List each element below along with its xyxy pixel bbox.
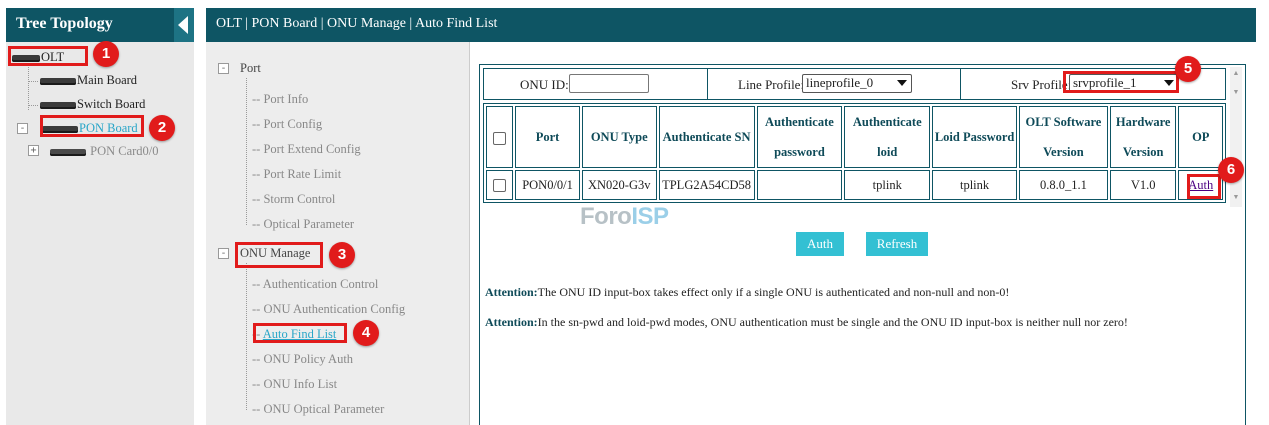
- annotation-badge-5: 5: [1175, 56, 1201, 82]
- highlight-onu-manage: [235, 242, 323, 268]
- onu-id-label: ONU ID:: [520, 77, 569, 92]
- watermark-logo: ForoISP: [580, 203, 669, 230]
- chevron-down-icon: [897, 80, 907, 86]
- highlight-pon-board: [40, 115, 144, 137]
- device-icon: [40, 77, 76, 85]
- column-header: Hardware Version: [1109, 106, 1177, 168]
- scroll-down-icon[interactable]: ▼: [1231, 192, 1241, 202]
- annotation-badge-3: 3: [329, 242, 355, 268]
- auto-find-content: ▲ ▼ ▼ ONU ID: Line Profile: lineprofile_…: [479, 64, 1246, 425]
- annotation-badge-6: 6: [1218, 157, 1244, 183]
- column-header: OP: [1178, 106, 1223, 168]
- cell-sn: TPLG2A54CD58: [658, 170, 755, 200]
- highlight-auto-find-list: [253, 323, 347, 343]
- auth-button[interactable]: Auth: [796, 232, 844, 256]
- auto-find-table: Port ONU Type Authenticate SN Authentica…: [483, 103, 1226, 203]
- tree-item-label: Switch Board: [77, 97, 146, 111]
- menu-item-onu-info-list[interactable]: -- ONU Info List: [252, 377, 337, 392]
- attention-note-1: Attention:The ONU ID input-box takes eff…: [485, 285, 1010, 299]
- column-header: Authenticate SN: [658, 106, 755, 168]
- menu-item-port-info[interactable]: -- Port Info: [252, 92, 308, 107]
- collapse-toggle-icon[interactable]: -: [218, 63, 229, 74]
- function-menu-panel: - Port -- Port Info -- Port Config -- Po…: [206, 42, 470, 425]
- scroll-up-icon[interactable]: ▲: [1231, 68, 1241, 78]
- collapse-left-icon[interactable]: [174, 8, 194, 42]
- column-header: ONU Type: [581, 106, 657, 168]
- collapse-toggle-icon[interactable]: -: [218, 248, 229, 259]
- collapse-toggle-icon[interactable]: -: [17, 123, 28, 134]
- menu-item-port-extend-config[interactable]: -- Port Extend Config: [252, 142, 361, 157]
- menu-group-port[interactable]: Port: [240, 61, 261, 76]
- highlight-auth-link: [1187, 174, 1221, 199]
- menu-item-authentication-control[interactable]: -- Authentication Control: [252, 277, 378, 292]
- line-profile-select[interactable]: lineprofile_0: [802, 74, 912, 93]
- tree-item-switch-board[interactable]: Switch Board: [40, 97, 145, 112]
- tree-item-label: PON Card0/0: [90, 144, 159, 158]
- menu-item-onu-optical-parameter[interactable]: -- ONU Optical Parameter: [252, 402, 384, 417]
- highlight-srv-profile: [1063, 71, 1179, 93]
- device-icon: [40, 101, 76, 109]
- menu-item-onu-policy-auth[interactable]: -- ONU Policy Auth: [252, 352, 353, 367]
- row-checkbox[interactable]: [493, 179, 507, 193]
- menu-item-port-config[interactable]: -- Port Config: [252, 117, 322, 132]
- tree-item-label: Main Board: [77, 73, 138, 87]
- select-all-checkbox[interactable]: [493, 131, 507, 145]
- cell-password: [756, 170, 843, 200]
- table-header-row: Port ONU Type Authenticate SN Authentica…: [486, 106, 1223, 168]
- cell-port: PON0/0/1: [515, 170, 580, 200]
- annotation-badge-2: 2: [149, 115, 175, 141]
- tree-topology-panel: Tree Topology OLT Main Board Switch Boar…: [6, 8, 194, 425]
- line-profile-label: Line Profile:: [738, 77, 805, 92]
- scroll-down-icon[interactable]: ▼: [1231, 87, 1241, 97]
- tree-item-main-board[interactable]: Main Board: [40, 73, 137, 88]
- column-header: Authenticate password: [756, 106, 843, 168]
- column-header: Port: [515, 106, 580, 168]
- column-header: Authenticate loid: [844, 106, 931, 168]
- highlight-olt: [8, 46, 88, 66]
- column-header: OLT Software Version: [1018, 106, 1108, 168]
- expand-toggle-icon[interactable]: +: [28, 145, 39, 156]
- annotation-badge-1: 1: [93, 41, 119, 67]
- annotation-badge-4: 4: [353, 320, 379, 346]
- main-header: OLT | PON Board | ONU Manage | Auto Find…: [206, 8, 1256, 42]
- onu-id-input[interactable]: [569, 74, 649, 93]
- breadcrumb: OLT | PON Board | ONU Manage | Auto Find…: [216, 16, 498, 31]
- table-row: PON0/0/1 XN020-G3v TPLG2A54CD58 tplink t…: [486, 170, 1223, 200]
- menu-item-onu-authentication-config[interactable]: -- ONU Authentication Config: [252, 302, 405, 317]
- menu-item-port-rate-limit[interactable]: -- Port Rate Limit: [252, 167, 341, 182]
- column-header: Loid Password: [932, 106, 1017, 168]
- attention-note-2: Attention:In the sn-pwd and loid-pwd mod…: [485, 315, 1128, 329]
- cell-onu-type: XN020-G3v: [581, 170, 657, 200]
- menu-item-storm-control[interactable]: -- Storm Control: [252, 192, 335, 207]
- cell-loid-password: tplink: [932, 170, 1017, 200]
- row-select-cell: [486, 170, 514, 200]
- tree-title: Tree Topology: [16, 15, 113, 32]
- tree-item-pon-card[interactable]: PON Card0/0: [50, 144, 159, 159]
- tree-header: Tree Topology: [6, 8, 194, 42]
- device-icon: [50, 148, 86, 156]
- menu-item-optical-parameter[interactable]: -- Optical Parameter: [252, 217, 354, 232]
- select-all-cell: [486, 106, 514, 168]
- cell-loid: tplink: [844, 170, 931, 200]
- cell-olt-software: 0.8.0_1.1: [1018, 170, 1108, 200]
- refresh-button[interactable]: Refresh: [866, 232, 928, 256]
- cell-hardware: V1.0: [1109, 170, 1177, 200]
